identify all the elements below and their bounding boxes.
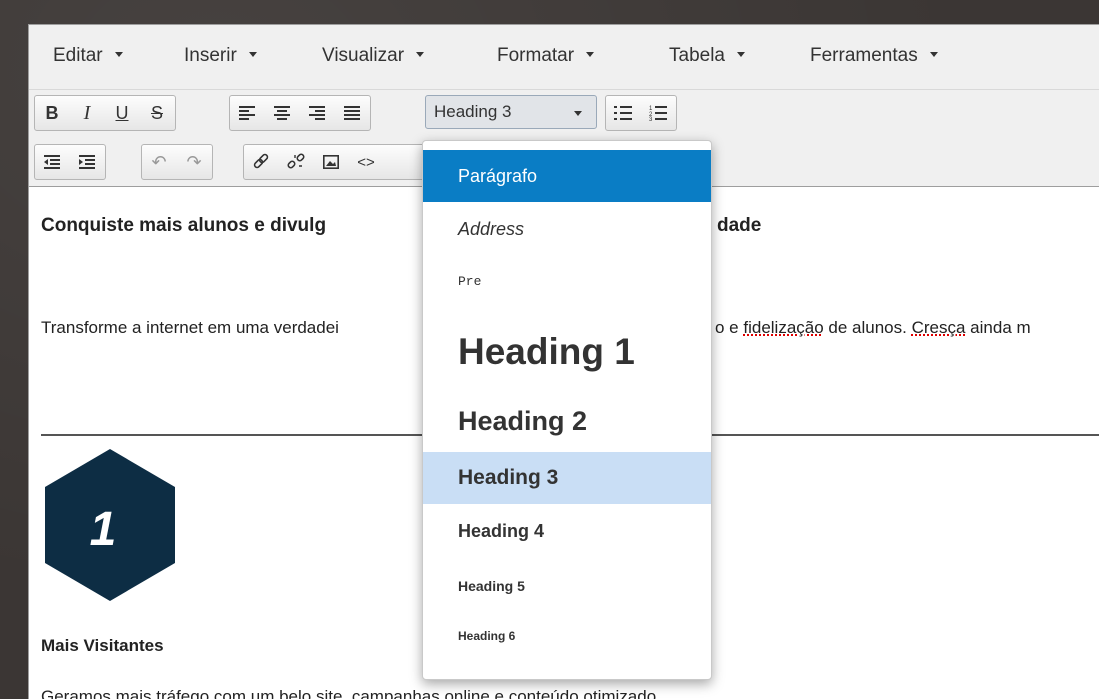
menu-formatar[interactable]: Formatar bbox=[497, 45, 595, 67]
image-button[interactable] bbox=[314, 145, 349, 179]
align-left-button[interactable] bbox=[230, 96, 265, 130]
menu-ferramentas[interactable]: Ferramentas bbox=[810, 45, 938, 67]
dropdown-item-address[interactable]: Address bbox=[423, 205, 711, 253]
menu-label: Formatar bbox=[497, 45, 575, 66]
indent-button[interactable] bbox=[70, 145, 105, 179]
menu-label: Visualizar bbox=[322, 45, 405, 66]
outdent-icon bbox=[44, 155, 60, 169]
redo-icon: ↷ bbox=[186, 151, 202, 172]
spellcheck-word: Cresça bbox=[911, 318, 966, 337]
undo-button[interactable]: ↶ bbox=[142, 145, 177, 179]
block-format-value: Heading 3 bbox=[434, 102, 512, 121]
caret-down-icon bbox=[416, 51, 425, 57]
strikethrough-button[interactable]: S bbox=[140, 96, 175, 130]
image-icon bbox=[323, 155, 339, 169]
dropdown-item-pre[interactable]: Pre bbox=[423, 259, 711, 303]
bullet-list-icon bbox=[614, 106, 632, 120]
underline-button[interactable]: U bbox=[105, 96, 140, 130]
caret-down-icon bbox=[737, 51, 745, 57]
align-justify-button[interactable] bbox=[335, 96, 370, 130]
dropdown-item-label: Parágrafo bbox=[458, 165, 538, 186]
indent-icon bbox=[79, 155, 95, 169]
menubar: Editar Inserir Visualizar Formatar Tabel… bbox=[29, 25, 1099, 90]
menu-visualizar[interactable]: Visualizar bbox=[322, 45, 425, 67]
align-group bbox=[229, 95, 371, 131]
paragraph-fragment: ainda m bbox=[965, 318, 1031, 337]
content-heading-right: dade bbox=[717, 215, 762, 236]
menu-label: Ferramentas bbox=[810, 45, 918, 66]
dropdown-item-label: Heading 6 bbox=[458, 629, 516, 643]
dropdown-item-label: Heading 4 bbox=[458, 520, 545, 541]
dropdown-item-label: Address bbox=[458, 218, 525, 239]
bold-button[interactable]: B bbox=[35, 96, 70, 130]
dropdown-item-heading-5[interactable]: Heading 5 bbox=[423, 563, 711, 609]
underline-icon: U bbox=[115, 102, 129, 123]
italic-icon: I bbox=[83, 101, 91, 124]
text-format-group: B I U S bbox=[34, 95, 176, 131]
hex-number: 1 bbox=[90, 503, 117, 556]
dropdown-item-paragraph[interactable]: Parágrafo bbox=[423, 150, 711, 202]
list-group: 123 bbox=[605, 95, 677, 131]
dropdown-item-label: Heading 3 bbox=[458, 466, 559, 489]
link-button[interactable] bbox=[244, 145, 279, 179]
align-right-icon bbox=[309, 106, 325, 120]
spellcheck-word: fidelização bbox=[743, 318, 824, 337]
paragraph-fragment: o e bbox=[715, 318, 744, 337]
menu-tabela[interactable]: Tabela bbox=[669, 45, 745, 67]
menu-editar[interactable]: Editar bbox=[53, 45, 123, 67]
dropdown-item-heading-2[interactable]: Heading 2 bbox=[423, 393, 711, 449]
unlink-button[interactable] bbox=[279, 145, 314, 179]
dropdown-item-heading-1[interactable]: Heading 1 bbox=[423, 319, 711, 385]
dropdown-item-heading-3[interactable]: Heading 3 bbox=[423, 452, 711, 504]
caret-down-icon bbox=[114, 51, 123, 57]
dropdown-item-label: Heading 1 bbox=[458, 331, 635, 372]
numbered-list-button[interactable]: 123 bbox=[641, 96, 676, 130]
align-justify-icon bbox=[344, 106, 360, 120]
caret-down-icon bbox=[929, 51, 938, 57]
undo-icon: ↶ bbox=[151, 151, 167, 172]
link-icon bbox=[253, 153, 269, 169]
history-group: ↶ ↷ bbox=[141, 144, 213, 180]
unlink-icon bbox=[287, 153, 305, 169]
menu-label: Inserir bbox=[184, 45, 237, 66]
block-format-dropdown: Parágrafo Address Pre Heading 1 Heading … bbox=[422, 140, 712, 680]
content-paragraph-left: Transforme a internet em uma verdadei bbox=[41, 318, 339, 337]
caret-down-icon bbox=[248, 51, 257, 57]
align-center-icon bbox=[274, 106, 290, 120]
code-button[interactable]: <> bbox=[349, 145, 384, 179]
menu-label: Editar bbox=[53, 45, 103, 66]
dropdown-item-heading-6[interactable]: Heading 6 bbox=[423, 614, 711, 658]
hexagon-badge-icon: 1 bbox=[45, 449, 175, 601]
menu-label: Tabela bbox=[669, 45, 725, 66]
content-paragraph-right: o e fidelização de alunos. Cresça ainda … bbox=[715, 318, 1031, 338]
svg-text:3: 3 bbox=[649, 117, 653, 121]
redo-button[interactable]: ↷ bbox=[177, 145, 212, 179]
bold-icon: B bbox=[45, 102, 59, 123]
paragraph-fragment: de alunos. bbox=[823, 318, 912, 337]
align-center-button[interactable] bbox=[265, 96, 300, 130]
align-left-icon bbox=[239, 106, 255, 120]
dropdown-item-label: Heading 5 bbox=[458, 578, 525, 594]
numbered-list-icon: 123 bbox=[649, 106, 667, 121]
section-title: Mais Visitantes bbox=[41, 636, 164, 655]
indent-group bbox=[34, 144, 106, 180]
block-format-select[interactable]: Heading 3 bbox=[425, 95, 597, 129]
strikethrough-icon: S bbox=[150, 102, 163, 123]
italic-button[interactable]: I bbox=[70, 96, 105, 130]
caret-down-icon bbox=[586, 51, 595, 57]
code-icon: <> bbox=[357, 153, 375, 171]
section-text: Geramos mais tráfego com um belo site, c… bbox=[41, 687, 661, 699]
align-right-button[interactable] bbox=[300, 96, 335, 130]
outdent-button[interactable] bbox=[35, 145, 70, 179]
content-heading-left: Conquiste mais alunos e divulg bbox=[41, 215, 327, 236]
menu-inserir[interactable]: Inserir bbox=[184, 45, 257, 67]
caret-down-icon bbox=[574, 111, 582, 116]
dropdown-item-label: Heading 2 bbox=[458, 405, 588, 436]
dropdown-item-label: Pre bbox=[458, 273, 482, 289]
bullet-list-button[interactable] bbox=[606, 96, 641, 130]
dropdown-item-heading-4[interactable]: Heading 4 bbox=[423, 507, 711, 555]
